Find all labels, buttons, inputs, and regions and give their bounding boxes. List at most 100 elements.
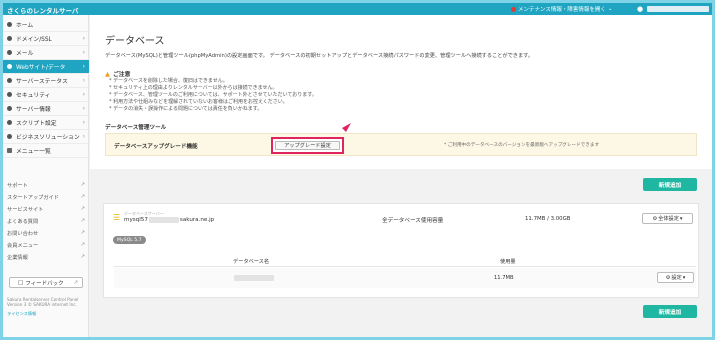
database-server-card: ☰ データベースサーバー mysql57 sakura.ne.jp MySQL … [103, 203, 699, 298]
sidebar-item-label: ドメイン/SSL [16, 37, 52, 43]
link-company-info[interactable]: 企業情報 ↗ [7, 254, 85, 261]
capacity-label: 全データベース使用容量 [382, 218, 444, 224]
gear-icon: ⚙ [665, 274, 671, 281]
notice-title: ご注意 [113, 72, 131, 78]
chevron-right-icon: › [82, 63, 85, 70]
maintenance-label: メンテナンス情報・障害情報を開く [518, 7, 606, 13]
redacted-text [148, 217, 179, 223]
add-new-button[interactable]: 新規追加 [643, 178, 697, 191]
chat-icon: □ [18, 279, 24, 286]
top-bar: さくらのレンタルサーバ メンテナンス情報・障害情報を開く ⌄ ● [3, 3, 712, 15]
external-link-icon: ↗ [80, 218, 85, 224]
table-header: データベース名 使用量 [114, 254, 696, 267]
chevron-right-icon: › [82, 119, 85, 126]
script-icon [7, 120, 12, 125]
brand-logo[interactable]: さくらのレンタルサーバ [7, 5, 78, 15]
link-contact[interactable]: お問い合わせ ↗ [7, 230, 85, 237]
external-link-icon: ↗ [80, 254, 85, 260]
sidebar: ホーム ドメイン/SSL › メール › Webサイト/データ › サーバーステ… [3, 15, 89, 337]
chevron-down-icon: ⌄ [607, 6, 613, 12]
sidebar-item-label: ビジネスソリューション [16, 135, 80, 141]
database-icon: ☰ [113, 213, 121, 222]
upgrade-label: データベースアップグレード機能 [114, 144, 198, 150]
license-link[interactable]: ライセンス情報 [7, 311, 87, 316]
notice-item: * データベース、管理ツールのご利用については、サポート外とさせていただいており… [109, 92, 317, 98]
sidebar-item-label: セキュリティ [16, 93, 51, 99]
chevron-down-icon: ▾ [682, 274, 686, 281]
notice-heading: ▲ ご注意 [105, 69, 131, 79]
sidebar-item-label: サーバー情報 [16, 107, 51, 113]
warning-icon: ▲ [105, 69, 110, 78]
server-icon [7, 106, 12, 111]
status-icon [7, 78, 12, 83]
sidebar-item-label: スクリプト設定 [16, 121, 57, 127]
user-account-menu[interactable] [647, 6, 709, 12]
sidebar-item-server-info[interactable]: サーバー情報 › [3, 102, 89, 116]
sidebar-item-script-settings[interactable]: スクリプト設定 › [3, 116, 89, 130]
website-icon [7, 64, 12, 69]
feedback-button[interactable]: □ フィードバック ↗ [9, 277, 83, 288]
sidebar-item-server-status[interactable]: サーバーステータス › [3, 74, 89, 88]
sidebar-item-business-solutions[interactable]: ビジネスソリューション › [3, 130, 89, 144]
database-table: データベース名 使用量 11.7MB ⚙ 設定 ▾ [114, 254, 696, 294]
page-description: データベース(MySQL)と管理ツール(phpMyAdmin)の設定画面です。 … [105, 53, 534, 59]
main-content: データベース データベース(MySQL)と管理ツール(phpMyAdmin)の設… [90, 15, 712, 169]
app-window: さくらのレンタルサーバ メンテナンス情報・障害情報を開く ⌄ ● ホーム ドメイ… [3, 3, 712, 337]
gear-icon: ⚙ [652, 215, 658, 222]
version-badge: MySQL 5.7 [113, 236, 146, 244]
upgrade-settings-button[interactable]: アップグレード設定 [275, 141, 340, 150]
sidebar-item-label: メール [16, 51, 34, 57]
db-server-host: mysql57 sakura.ne.jp [124, 217, 215, 223]
redacted-db-name [234, 275, 274, 281]
chevron-right-icon: › [82, 49, 85, 56]
row-usage: 11.7MB [494, 275, 514, 281]
shield-icon [7, 92, 12, 97]
callout-pointer-icon [342, 123, 351, 132]
feedback-label: フィードバック [25, 280, 64, 287]
sidebar-item-label: メニュー一覧 [16, 149, 51, 155]
sidebar-item-domain-ssl[interactable]: ドメイン/SSL › [3, 32, 89, 46]
link-startup-guide[interactable]: スタートアップガイド ↗ [7, 194, 85, 201]
chevron-down-icon: ▾ [679, 215, 683, 222]
db-settings-dropdown[interactable]: ⚙ 設定 ▾ [657, 272, 694, 283]
sidebar-item-website-data[interactable]: Webサイト/データ › [3, 60, 89, 74]
mail-icon [7, 50, 12, 55]
upgrade-settings-highlight: アップグレード設定 [271, 137, 344, 154]
mgmt-tools-title: データベース管理ツール [105, 125, 167, 131]
link-member-menu[interactable]: 会員メニュー ↗ [7, 242, 85, 249]
sidebar-item-label: Webサイト/データ [16, 65, 66, 71]
sidebar-item-label: ホーム [16, 23, 34, 29]
notice-list: * データベースを削除した場合、復旧はできません。 * セキュリティ上の理由より… [109, 78, 317, 113]
notice-item: * データの消失・誤操作による問題については責任を負いかねます。 [109, 106, 263, 112]
sidebar-item-label: サーバーステータス [16, 79, 68, 85]
menu-list-icon [7, 148, 12, 153]
footer-copyright: Version 3 © SAKURA internet Inc. [7, 302, 77, 307]
external-link-icon: ↗ [80, 206, 85, 212]
link-support[interactable]: サポート ↗ [7, 182, 85, 189]
upgrade-panel: データベースアップグレード機能 アップグレード設定 * ご利用中のデータベースの… [105, 133, 697, 156]
chevron-right-icon: › [82, 91, 85, 98]
external-link-icon: ↗ [80, 242, 85, 248]
alert-dot-icon [511, 6, 516, 12]
external-link-icon: ↗ [80, 230, 85, 236]
link-faq[interactable]: よくある質問 ↗ [7, 218, 85, 225]
home-icon [7, 22, 12, 27]
page-title: データベース [105, 36, 165, 47]
external-link-icon: ↗ [80, 182, 85, 188]
sidebar-item-mail[interactable]: メール › [3, 46, 89, 60]
link-service-site[interactable]: サービスサイト ↗ [7, 206, 85, 213]
sidebar-item-security[interactable]: セキュリティ › [3, 88, 89, 102]
table-row: 11.7MB ⚙ 設定 ▾ [114, 268, 696, 288]
sidebar-item-menu-list[interactable]: メニュー一覧 [3, 144, 89, 158]
sidebar-item-home[interactable]: ホーム [3, 18, 89, 32]
chevron-right-icon: › [82, 77, 85, 84]
notice-item: * 利用方法や仕組みなどを理解されていないお客様はご利用をお控えください。 [109, 99, 288, 105]
external-link-icon: ↗ [80, 194, 85, 200]
add-new-button-bottom[interactable]: 新規追加 [643, 305, 697, 318]
chevron-right-icon: › [82, 133, 85, 140]
maintenance-link[interactable]: メンテナンス情報・障害情報を開く ⌄ [511, 5, 613, 13]
col-usage: 使用量 [500, 259, 516, 265]
capacity-value: 11.7MB / 3.00GB [525, 216, 571, 222]
global-settings-dropdown[interactable]: ⚙ 全体設定 ▾ [642, 213, 693, 224]
business-icon [7, 134, 12, 139]
